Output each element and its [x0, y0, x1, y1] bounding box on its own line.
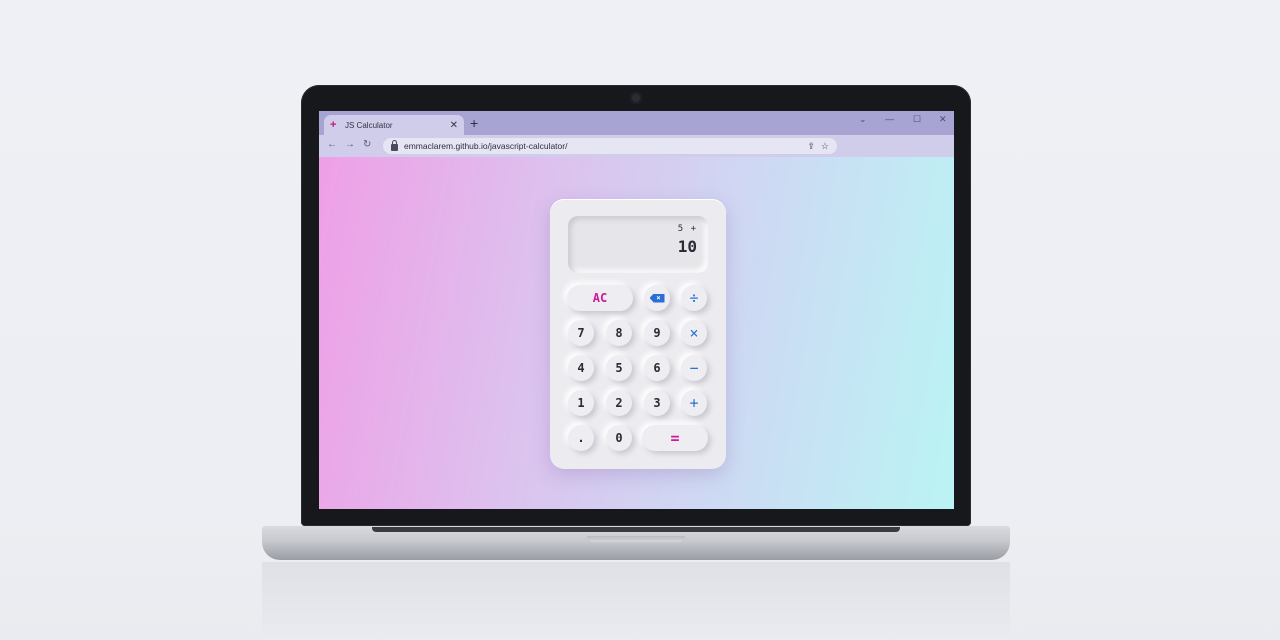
url-text[interactable]: emmaclarem.github.io/javascript-calculat… — [404, 141, 801, 151]
divide-button[interactable]: ÷ — [681, 285, 707, 311]
close-window-icon[interactable]: ✕ — [939, 114, 947, 125]
calculator: 5 + 10 AC × ÷ 7 8 9 × 4 5 6 − 1 2 3 + . … — [550, 199, 726, 469]
back-icon[interactable]: ← — [327, 139, 337, 150]
backspace-icon: × — [649, 293, 665, 303]
keyboard-edge — [372, 527, 900, 532]
maximize-window-icon[interactable]: ☐ — [913, 114, 921, 125]
tab-search-chevron-icon[interactable]: ⌄ — [859, 114, 867, 125]
seven-button[interactable]: 7 — [568, 320, 594, 346]
desk-reflection — [262, 562, 1010, 640]
lid-open-notch — [587, 536, 685, 542]
two-button[interactable]: 2 — [606, 390, 632, 416]
webcam-icon — [630, 92, 642, 104]
nine-button[interactable]: 9 — [644, 320, 670, 346]
tab-title: JS Calculator — [345, 120, 393, 130]
calculator-display: 5 + 10 — [568, 216, 708, 273]
laptop-lid: + JS Calculator ✕ + ⌄ — ☐ ✕ ← → ↻ emmacl… — [301, 85, 971, 526]
backspace-button[interactable]: × — [644, 285, 670, 311]
share-icon[interactable]: ⇪ — [807, 141, 815, 152]
laptop-screen: + JS Calculator ✕ + ⌄ — ☐ ✕ ← → ↻ emmacl… — [319, 111, 954, 509]
browser-tab-bar: + JS Calculator ✕ + ⌄ — ☐ ✕ — [319, 111, 954, 135]
new-tab-button[interactable]: + — [470, 115, 478, 131]
address-bar[interactable]: emmaclarem.github.io/javascript-calculat… — [383, 138, 837, 154]
calculator-favicon-icon: + — [330, 119, 337, 131]
forward-icon[interactable]: → — [345, 139, 355, 150]
result-readout: 10 — [677, 237, 697, 256]
lock-icon[interactable] — [391, 139, 398, 151]
bookmark-star-icon[interactable]: ☆ — [821, 141, 829, 152]
eight-button[interactable]: 8 — [606, 320, 632, 346]
page-background: 5 + 10 AC × ÷ 7 8 9 × 4 5 6 − 1 2 3 + . … — [319, 157, 954, 509]
zero-button[interactable]: 0 — [606, 425, 632, 451]
one-button[interactable]: 1 — [568, 390, 594, 416]
four-button[interactable]: 4 — [568, 355, 594, 381]
minimize-window-icon[interactable]: — — [885, 114, 894, 124]
browser-toolbar: ← → ↻ emmaclarem.github.io/javascript-ca… — [319, 135, 954, 157]
tab-close-icon[interactable]: ✕ — [450, 120, 458, 131]
multiply-button[interactable]: × — [681, 320, 707, 346]
clear-button[interactable]: AC — [567, 285, 633, 311]
tab-js-calculator[interactable]: + JS Calculator ✕ — [324, 115, 464, 135]
reload-icon[interactable]: ↻ — [363, 139, 371, 150]
three-button[interactable]: 3 — [644, 390, 670, 416]
decimal-button[interactable]: . — [568, 425, 594, 451]
add-button[interactable]: + — [681, 390, 707, 416]
expression-readout: 5 + — [677, 224, 697, 234]
subtract-button[interactable]: − — [681, 355, 707, 381]
equals-button[interactable]: = — [642, 425, 708, 451]
laptop-base — [262, 526, 1010, 560]
five-button[interactable]: 5 — [606, 355, 632, 381]
six-button[interactable]: 6 — [644, 355, 670, 381]
